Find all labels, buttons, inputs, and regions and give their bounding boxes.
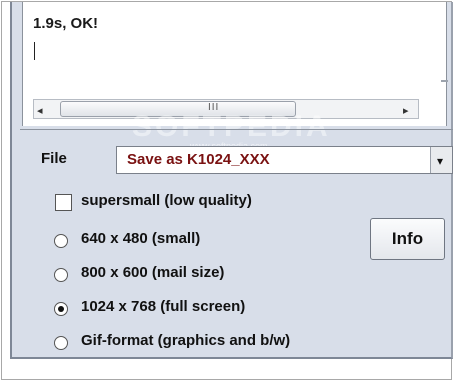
scroll-left-arrow-icon[interactable]: ◂ bbox=[37, 104, 43, 117]
file-label: File bbox=[41, 150, 67, 167]
file-dropdown[interactable]: Save as K1024_XXX ▾ bbox=[116, 146, 453, 174]
radio-800x600[interactable] bbox=[54, 268, 68, 282]
scroll-right-arrow-icon[interactable]: ▸ bbox=[403, 104, 409, 117]
radio-1024x768[interactable] bbox=[54, 302, 68, 316]
text-caret bbox=[34, 42, 35, 60]
radio-640x480[interactable] bbox=[54, 234, 68, 248]
watermark: SOFTPEDIA bbox=[132, 110, 331, 143]
radio-640x480-label[interactable]: 640 x 480 (small) bbox=[81, 230, 200, 247]
supersmall-checkbox[interactable] bbox=[55, 194, 72, 211]
file-dropdown-value: Save as K1024_XXX bbox=[127, 151, 270, 168]
info-button[interactable]: Info bbox=[370, 218, 445, 260]
vertical-scroll-marker[interactable] bbox=[441, 80, 448, 82]
supersmall-label[interactable]: supersmall (low quality) bbox=[81, 192, 252, 209]
main-panel: 1.9s, OK! ◂ III ▸ SOFTPEDIA www.softpedi… bbox=[10, 2, 453, 359]
window-frame: 1.9s, OK! ◂ III ▸ SOFTPEDIA www.softpedi… bbox=[1, 1, 453, 380]
radio-gif-format[interactable] bbox=[54, 336, 68, 350]
chevron-down-icon: ▾ bbox=[437, 154, 444, 168]
dropdown-button[interactable]: ▾ bbox=[430, 147, 452, 173]
radio-gif-format-label[interactable]: Gif-format (graphics and b/w) bbox=[81, 332, 290, 349]
radio-800x600-label[interactable]: 800 x 600 (mail size) bbox=[81, 264, 224, 281]
log-text: 1.9s, OK! bbox=[33, 15, 99, 32]
radio-1024x768-label[interactable]: 1024 x 768 (full screen) bbox=[81, 298, 245, 315]
section-divider bbox=[20, 129, 453, 130]
